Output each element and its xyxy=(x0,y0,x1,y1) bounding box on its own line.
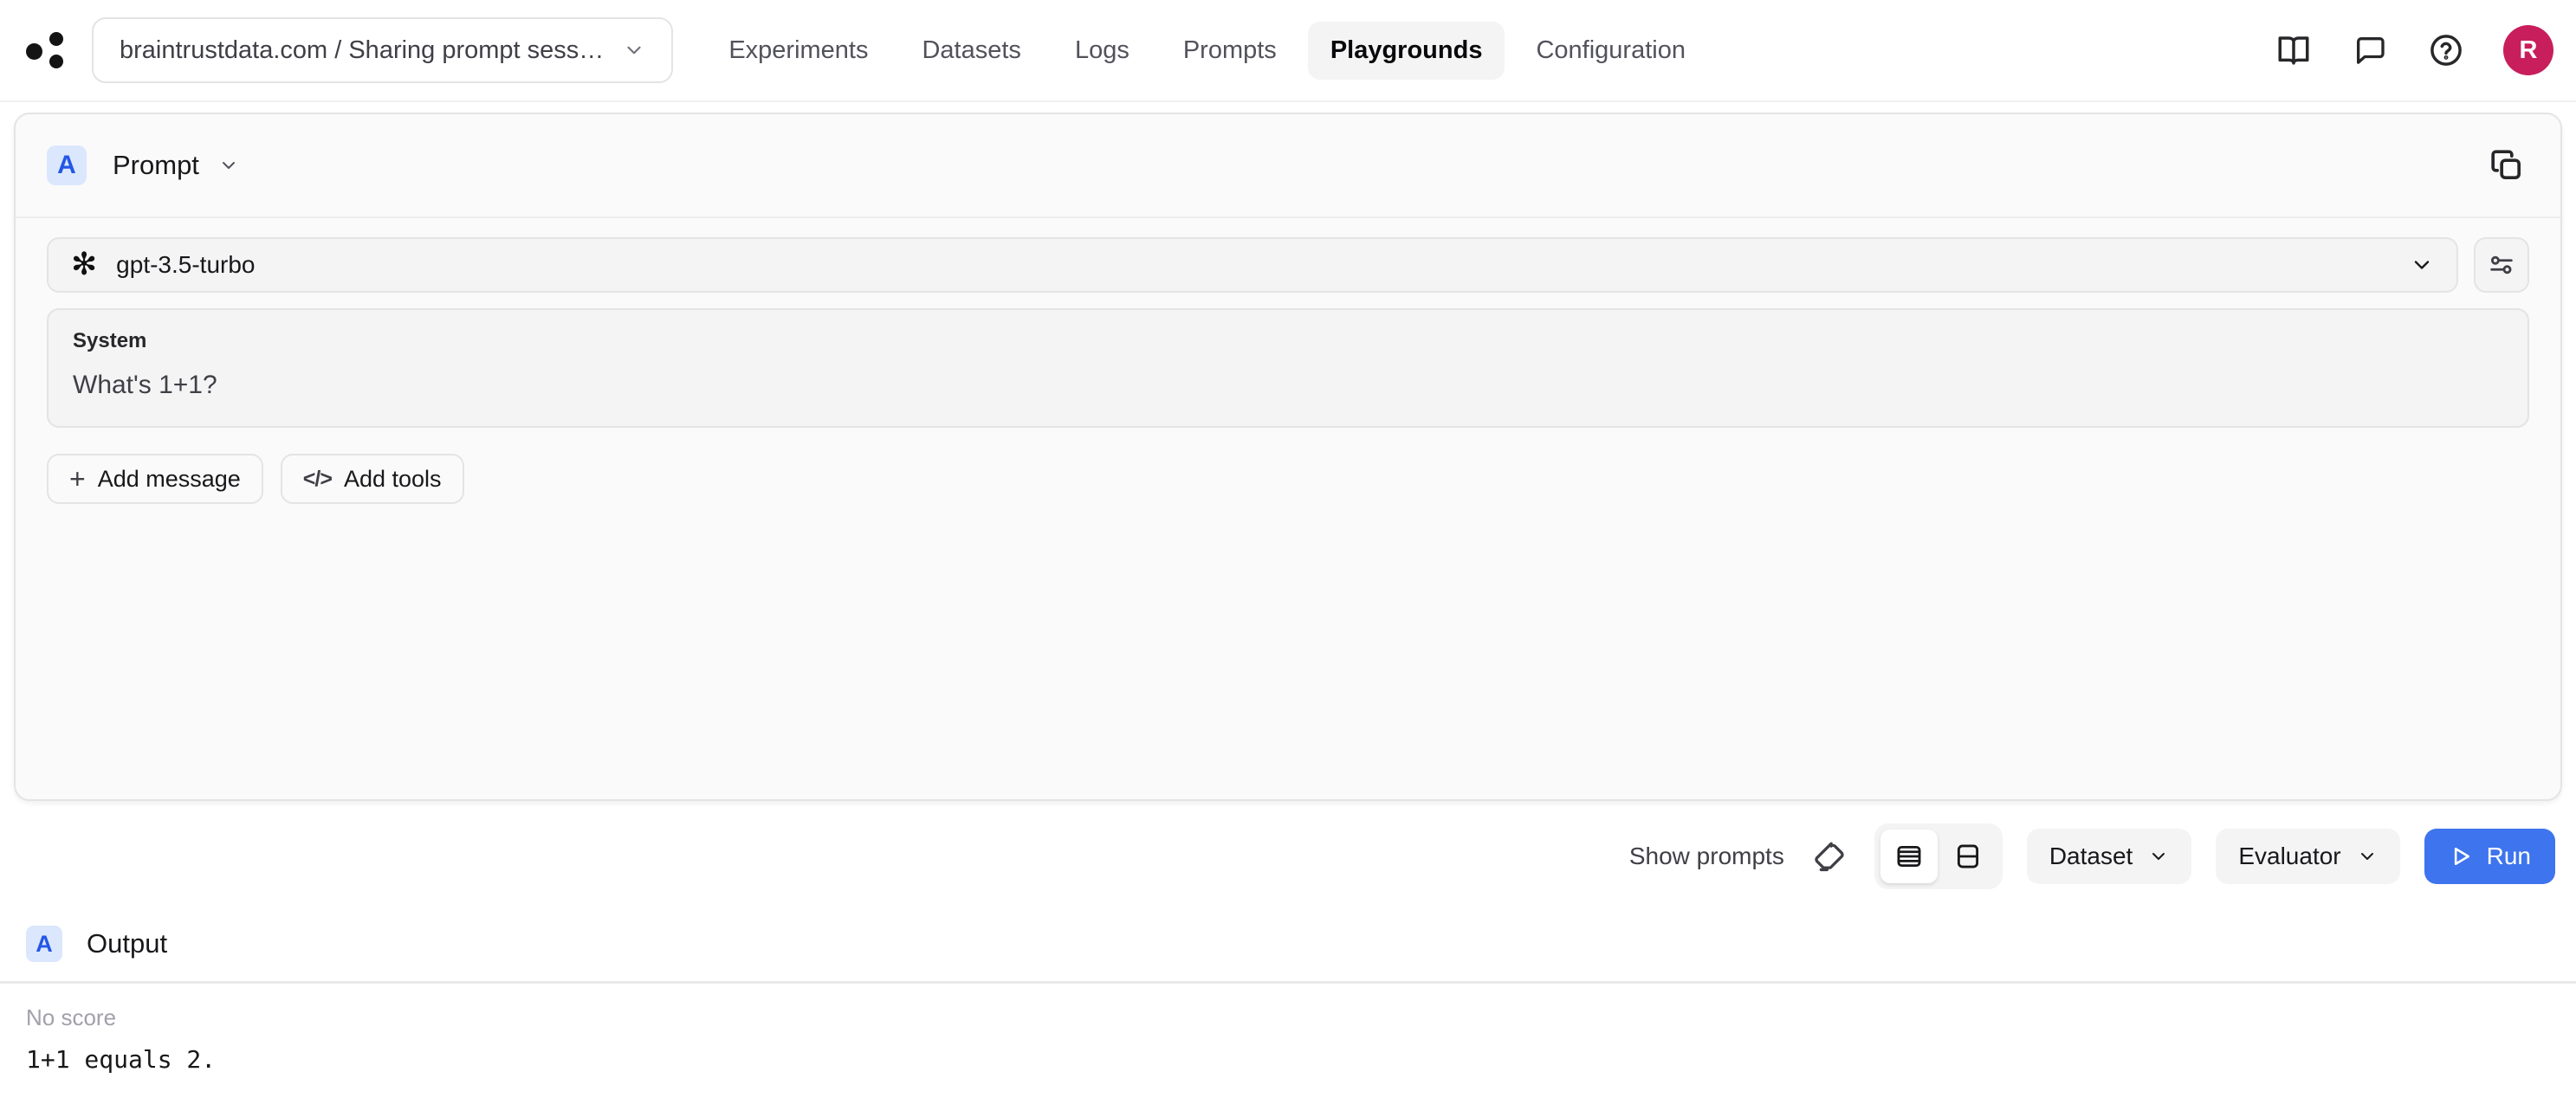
feedback-chat-icon[interactable] xyxy=(2351,31,2389,69)
plus-icon: + xyxy=(69,465,86,493)
chevron-down-icon xyxy=(2148,846,2169,867)
output-section: A Output No score 1+1 equals 2. xyxy=(0,926,2576,1074)
dataset-select[interactable]: Dataset xyxy=(2027,829,2192,884)
add-message-button[interactable]: + Add message xyxy=(47,454,263,504)
help-icon[interactable] xyxy=(2427,31,2465,69)
user-avatar[interactable]: R xyxy=(2503,25,2553,75)
output-title: Output xyxy=(87,928,167,959)
run-button[interactable]: Run xyxy=(2424,829,2555,884)
output-result-text: 1+1 equals 2. xyxy=(26,1045,2576,1074)
message-block: System What's 1+1? xyxy=(47,308,2529,428)
braintrust-logo-icon xyxy=(24,28,69,73)
tab-logs[interactable]: Logs xyxy=(1052,22,1152,80)
top-navigation: braintrustdata.com / Sharing prompt sess… xyxy=(0,0,2576,102)
model-select[interactable]: ✻ gpt-3.5-turbo xyxy=(47,237,2458,293)
model-params-sliders-icon[interactable] xyxy=(2474,237,2529,293)
dataset-label: Dataset xyxy=(2049,843,2133,870)
prompt-title-dropdown[interactable]: Prompt xyxy=(113,150,239,181)
workspace-breadcrumb-select[interactable]: braintrustdata.com / Sharing prompt sess… xyxy=(92,17,673,83)
chevron-down-icon xyxy=(218,155,239,176)
copy-icon[interactable] xyxy=(2484,143,2529,188)
prompt-title: Prompt xyxy=(113,150,199,181)
openai-logo-icon: ✻ xyxy=(71,249,97,281)
evaluator-label: Evaluator xyxy=(2238,843,2340,870)
nav-right-actions: R xyxy=(2275,25,2553,75)
code-icon: </> xyxy=(303,467,332,492)
tab-playgrounds[interactable]: Playgrounds xyxy=(1308,22,1505,80)
output-divider xyxy=(0,981,2576,984)
message-role-label[interactable]: System xyxy=(73,329,2503,353)
chevron-down-icon xyxy=(2357,846,2378,867)
main-tabs: Experiments Datasets Logs Prompts Playgr… xyxy=(706,22,1708,80)
workspace-breadcrumb-label: braintrustdata.com / Sharing prompt sess… xyxy=(120,36,604,65)
layout-list-view-icon[interactable] xyxy=(1880,830,1938,883)
clear-eraser-icon[interactable] xyxy=(1809,836,1850,877)
layout-toggle xyxy=(1874,823,2003,889)
run-label: Run xyxy=(2487,843,2531,870)
add-tools-label: Add tools xyxy=(344,466,442,493)
prompt-panel-body: ✻ gpt-3.5-turbo System What's 1+1? + Add… xyxy=(16,218,2560,799)
task-a-badge: A xyxy=(47,145,87,185)
play-icon xyxy=(2449,844,2473,868)
tab-configuration[interactable]: Configuration xyxy=(1513,22,1708,80)
tab-datasets[interactable]: Datasets xyxy=(899,22,1043,80)
docs-book-icon[interactable] xyxy=(2275,31,2313,69)
tab-experiments[interactable]: Experiments xyxy=(706,22,890,80)
add-message-label: Add message xyxy=(98,466,241,493)
task-a-badge: A xyxy=(26,926,62,962)
show-prompts-button[interactable]: Show prompts xyxy=(1629,843,1784,870)
add-tools-button[interactable]: </> Add tools xyxy=(281,454,464,504)
chevron-down-icon xyxy=(2410,253,2434,277)
layout-split-view-icon[interactable] xyxy=(1939,830,1997,883)
model-name: gpt-3.5-turbo xyxy=(116,251,2391,279)
chevron-down-icon xyxy=(623,39,645,61)
tab-prompts[interactable]: Prompts xyxy=(1161,22,1299,80)
prompt-panel-header: A Prompt xyxy=(16,114,2560,218)
output-header: A Output xyxy=(0,926,2576,962)
evaluator-select[interactable]: Evaluator xyxy=(2216,829,2399,884)
run-toolbar: Show prompts Dataset Eva xyxy=(0,823,2555,889)
message-content-input[interactable]: What's 1+1? xyxy=(73,371,2503,400)
prompt-panel: A Prompt ✻ gpt-3.5-turbo xyxy=(14,113,2562,801)
score-status: No score xyxy=(26,1004,2576,1031)
